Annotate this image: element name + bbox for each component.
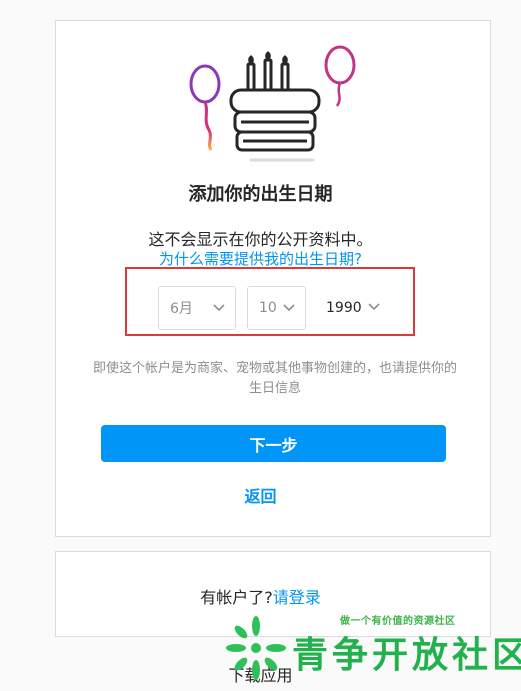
page-title: 添加你的出生日期 [188, 184, 333, 205]
year-value: 1990 [326, 300, 362, 316]
chevron-down-icon [283, 304, 295, 312]
birthday-cake-icon [189, 45, 356, 162]
month-value: 6月 [170, 301, 193, 317]
day-value: 10 [259, 300, 277, 316]
login-link[interactable]: 请登录 [273, 588, 321, 607]
balloon-icon [189, 64, 221, 151]
login-prompt: 有帐户了? [200, 588, 273, 607]
month-select[interactable]: 6月 [158, 286, 236, 330]
birthday-info-note: 即使这个帐户是为商家、宠物或其他事物创建的，也请提供你的生日信息 [92, 361, 457, 396]
balloon-icon [324, 45, 356, 107]
back-link[interactable]: 返回 [0, 483, 521, 507]
chevron-down-icon [213, 304, 225, 312]
why-birthday-link[interactable]: 为什么需要提供我的出生日期? [0, 248, 521, 269]
next-button[interactable]: 下一步 [101, 425, 446, 462]
watermark-name: 青争开放社区 [292, 635, 521, 676]
chevron-down-icon [368, 303, 380, 311]
privacy-note: 这不会显示在你的公开资料中。 [148, 230, 373, 249]
year-select[interactable]: 1990 [316, 286, 390, 330]
login-prompt-line: 有帐户了?请登录 [0, 584, 521, 608]
day-select[interactable]: 10 [247, 286, 306, 330]
watermark-slogan: 做一个有价值的资源社区 [340, 616, 456, 627]
